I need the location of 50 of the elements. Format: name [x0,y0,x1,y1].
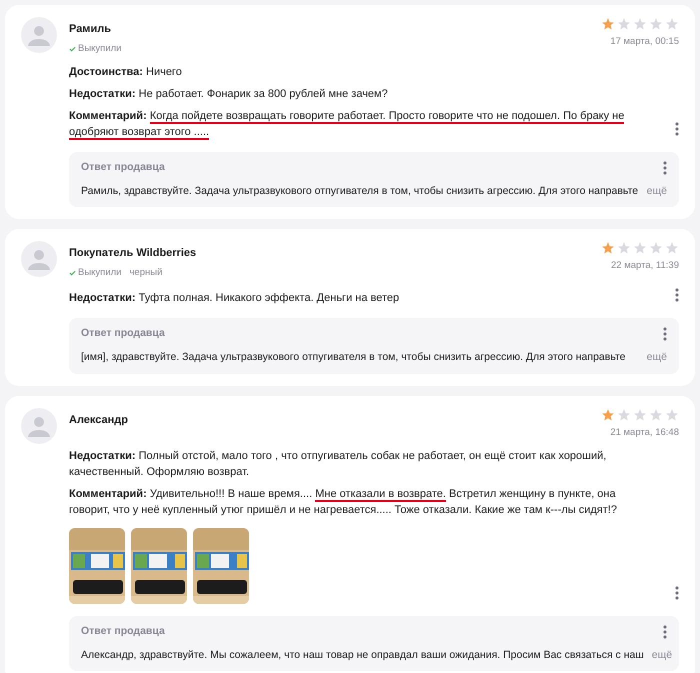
review-text: Недостатки: Не работает. Фонарик за 800 рублей мне зачем? [69,86,389,102]
avatar-icon [21,17,57,53]
review-date: 21 марта, 16:48 [610,426,679,440]
author-name: Рамиль [69,22,112,37]
check-icon [69,270,76,276]
star-icon [617,241,631,256]
review-text: Комментарий: Удивительно!!! В наше время.... Мне отказали в возврате. Встретил женщину в пункте, она говорит, что у неё купленный утюг пришёл и не нагревается..... Тоже отказали. Какие же там к---лы сидят!? [69,486,618,518]
avatar-icon [21,408,57,444]
star-icon [665,408,679,422]
star-icon [633,17,647,31]
star-icon [649,17,663,31]
avatar-icon [21,241,57,278]
reply-title: Ответ продавца [81,326,165,341]
star-icon [601,408,615,422]
star-icon [633,408,647,422]
review-date: 22 марта, 11:39 [611,259,679,274]
star-icon [665,241,679,256]
show-more-link[interactable]: ещё [646,184,667,200]
review-text: Недостатки: Полный отстой, мало того , что отпугиватель собак не работает, он ещё стоит как хороший, качественный. Оформляю возврат. [69,448,608,480]
show-more-link[interactable]: ещё [646,350,667,366]
more-options-icon[interactable] [663,326,667,341]
show-more-link[interactable]: ещё [652,648,672,664]
author-name: Александр [69,412,128,428]
product-variant: черный [129,266,162,280]
star-icon [649,408,663,422]
star-icon [601,241,615,256]
reply-text: [имя], здравствуйте. Задача ультразвукового отпугивателя в том, чтобы снизить агрессию. Для этого направьте [81,350,626,365]
purchase-status: Выкупили [78,42,122,56]
star-icon [617,17,631,31]
more-options-icon[interactable] [675,122,679,136]
more-options-icon[interactable] [675,586,679,600]
reply-title: Ответ продавца [81,160,165,175]
review-text: Недостатки: Туфта полная. Никакого эффекта. Деньги на ветер [69,291,400,306]
author-name: Покупатель Wildberries [69,246,196,262]
more-options-icon[interactable] [663,624,667,639]
star-icon [649,241,663,256]
more-options-icon[interactable] [663,160,667,175]
reply-title: Ответ продавца [81,624,165,639]
review-date: 17 марта, 00:15 [610,35,679,49]
more-options-icon[interactable] [675,288,679,302]
star-icon [601,17,615,31]
reply-text: Александр, здравствуйте. Мы сожалеем, что наш товар не оправдал ваши ожидания. Просим Вас связаться с наш [81,648,644,662]
reply-text: Рамиль, здравствуйте. Задача ультразвукового отпугивателя в том, чтобы снизить агрессию. Для этого направьте [81,184,638,198]
star-icon [633,241,647,256]
star-icon [617,408,631,422]
purchase-status: Выкупили [78,266,122,280]
review-text: Комментарий: Когда пойдете возвращать говорите работает. Просто говорите что не подошел. По браку не одобряют возврат этого ..... [69,108,626,140]
star-icon [665,17,679,31]
check-icon [69,46,76,52]
review-text: Достоинства: Ничего [69,64,183,80]
